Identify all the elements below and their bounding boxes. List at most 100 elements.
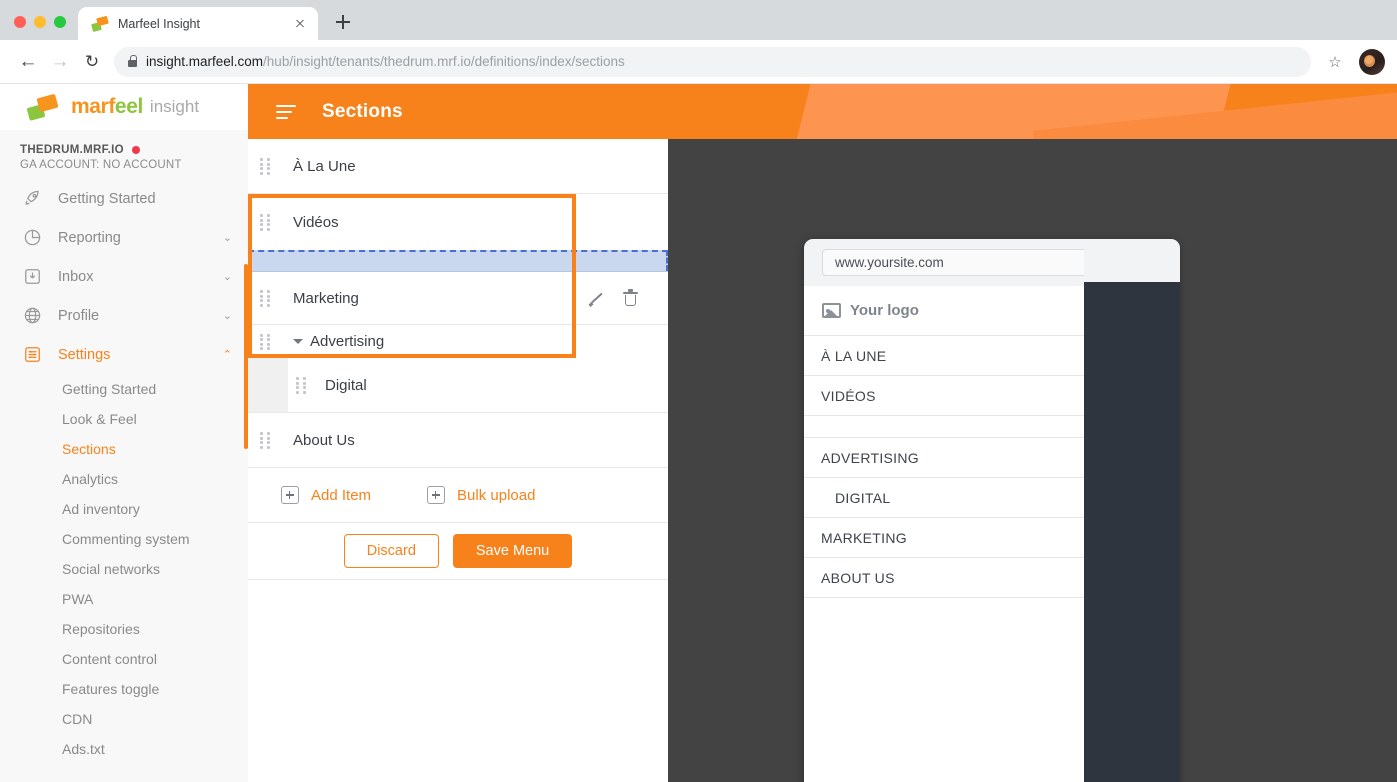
sidebar-item-pwa[interactable]: PWA (0, 584, 248, 614)
chevron-up-icon: ⌃ (222, 349, 232, 361)
bulk-upload-label: Bulk upload (457, 486, 536, 504)
url-path: /hub/insight/tenants/thedrum.mrf.io/defi… (263, 54, 625, 69)
sidebar-item-getting-started-sub[interactable]: Getting Started (0, 374, 248, 404)
sidebar-item-cdn[interactable]: CDN (0, 704, 248, 734)
sidebar-item-label: Getting Started (58, 190, 156, 207)
table-row[interactable]: Marketing (248, 272, 668, 325)
sidebar-item-label: Reporting (58, 229, 121, 246)
star-icon: ☆ (1328, 53, 1342, 71)
status-dot-icon (131, 146, 140, 154)
preview-logo-text: Your logo (850, 302, 919, 319)
sliders-icon (20, 344, 44, 366)
table-row-group[interactable]: Advertising (248, 325, 668, 358)
marfeel-logo-icon (26, 93, 62, 121)
sidebar-item-profile[interactable]: Profile ⌄ (0, 296, 248, 335)
sidebar-item-commenting-system[interactable]: Commenting system (0, 524, 248, 554)
sidebar-item-label: Profile (58, 307, 100, 324)
drag-handle-icon[interactable] (296, 377, 307, 394)
hamburger-icon[interactable] (276, 104, 296, 119)
lock-icon (128, 55, 138, 67)
rocket-icon (20, 188, 44, 210)
tenant-ga-account: GA ACCOUNT: NO ACCOUNT (20, 159, 182, 171)
sidebar-item-features-toggle[interactable]: Features toggle (0, 674, 248, 704)
sidebar-item-label: Settings (58, 346, 111, 363)
sidebar-subitems: Getting Started Look & Feel Sections Ana… (0, 374, 248, 764)
section-label: Advertising (310, 333, 385, 350)
chevron-down-icon: ⌄ (222, 271, 232, 283)
url-text: insight.marfeel.com/hub/insight/tenants/… (146, 54, 625, 69)
sidebar-item-sections[interactable]: Sections (0, 434, 248, 464)
pie-chart-icon (20, 227, 44, 249)
drag-handle-icon[interactable] (260, 432, 271, 449)
sidebar-item-look-and-feel[interactable]: Look & Feel (0, 404, 248, 434)
reload-button[interactable]: ↻ (76, 46, 108, 78)
browser-toolbar: ← → ↻ insight.marfeel.com/hub/insight/te… (0, 40, 1397, 84)
add-item-label: Add Item (311, 486, 372, 504)
form-actions-row: Discard Save Menu (248, 523, 668, 580)
drag-handle-icon[interactable] (260, 290, 271, 307)
page-title: Sections (322, 100, 403, 122)
app-root: marfeel insight THEDRUM.MRF.IO GA ACCOUN… (0, 84, 1397, 782)
logo-word-orange: marf (71, 95, 115, 118)
profile-avatar[interactable] (1359, 48, 1385, 75)
reload-icon: ↻ (84, 51, 100, 71)
bulk-upload-button[interactable]: Bulk upload (427, 486, 535, 504)
sidebar-item-settings[interactable]: Settings ⌃ (0, 335, 248, 374)
back-arrow-icon: ← (18, 51, 38, 72)
section-label: Vidéos (293, 213, 339, 231)
sidebar-item-social-networks[interactable]: Social networks (0, 554, 248, 584)
preview-menu-label: ADVERTISING (821, 449, 919, 466)
close-tab-icon[interactable] (292, 16, 308, 32)
minimize-window-button[interactable] (34, 16, 46, 28)
discard-button[interactable]: Discard (343, 534, 439, 568)
close-window-button[interactable] (14, 16, 26, 28)
sidebar-item-inbox[interactable]: Inbox ⌄ (0, 257, 248, 296)
bookmark-button[interactable]: ☆ (1319, 46, 1351, 78)
sidebar-item-label: Inbox (58, 268, 94, 285)
tenant-name: THEDRUM.MRF.IO (20, 144, 248, 156)
sidebar-item-ad-inventory[interactable]: Ad inventory (0, 494, 248, 524)
browser-tabstrip: Marfeel Insight (0, 0, 1397, 40)
drag-handle-icon[interactable] (260, 333, 271, 351)
inbox-icon (20, 266, 44, 288)
forward-button[interactable]: → (44, 46, 76, 78)
table-row[interactable]: About Us (248, 413, 668, 468)
table-row-child[interactable]: Digital (248, 358, 668, 413)
section-label: Digital (325, 376, 367, 394)
preview-side-panel (1084, 282, 1180, 782)
back-button[interactable]: ← (12, 46, 44, 78)
image-placeholder-icon (822, 303, 841, 318)
chevron-down-icon: ⌄ (222, 232, 232, 244)
page-header: Sections (248, 84, 1397, 139)
brand-logo[interactable]: marfeel insight (0, 84, 248, 130)
drop-placeholder (248, 250, 668, 272)
browser-tab[interactable]: Marfeel Insight (78, 7, 318, 40)
section-label: Marketing (293, 289, 359, 307)
save-menu-button[interactable]: Save Menu (452, 534, 573, 568)
chevron-down-icon: ⌄ (222, 310, 232, 322)
sidebar-item-ads-txt[interactable]: Ads.txt (0, 734, 248, 764)
sidebar-item-reporting[interactable]: Reporting ⌄ (0, 218, 248, 257)
table-row[interactable]: Vidéos (248, 194, 668, 250)
sidebar-item-getting-started[interactable]: Getting Started (0, 179, 248, 218)
table-row[interactable]: À La Une (248, 139, 668, 194)
maximize-window-button[interactable] (54, 16, 66, 28)
globe-icon (20, 305, 44, 327)
new-tab-button[interactable] (332, 11, 354, 33)
edit-icon[interactable] (588, 290, 605, 307)
drag-handle-icon[interactable] (260, 158, 271, 175)
delete-icon[interactable] (623, 289, 638, 307)
add-item-button[interactable]: Add Item (281, 486, 371, 504)
caret-down-icon[interactable] (293, 339, 303, 344)
row-actions (588, 289, 638, 307)
address-bar[interactable]: insight.marfeel.com/hub/insight/tenants/… (114, 46, 1311, 77)
section-label: About Us (293, 431, 355, 449)
sidebar-item-content-control[interactable]: Content control (0, 644, 248, 674)
window-controls (14, 16, 66, 28)
drag-handle-icon[interactable] (260, 214, 271, 231)
sidebar-item-repositories[interactable]: Repositories (0, 614, 248, 644)
tenant-info: THEDRUM.MRF.IO GA ACCOUNT: NO ACCOUNT (0, 130, 248, 179)
sections-list-panel: À La Une Vidéos Marketing Advertising Di… (248, 139, 668, 782)
sidebar-item-analytics[interactable]: Analytics (0, 464, 248, 494)
tenant-name-text: THEDRUM.MRF.IO (20, 144, 124, 156)
